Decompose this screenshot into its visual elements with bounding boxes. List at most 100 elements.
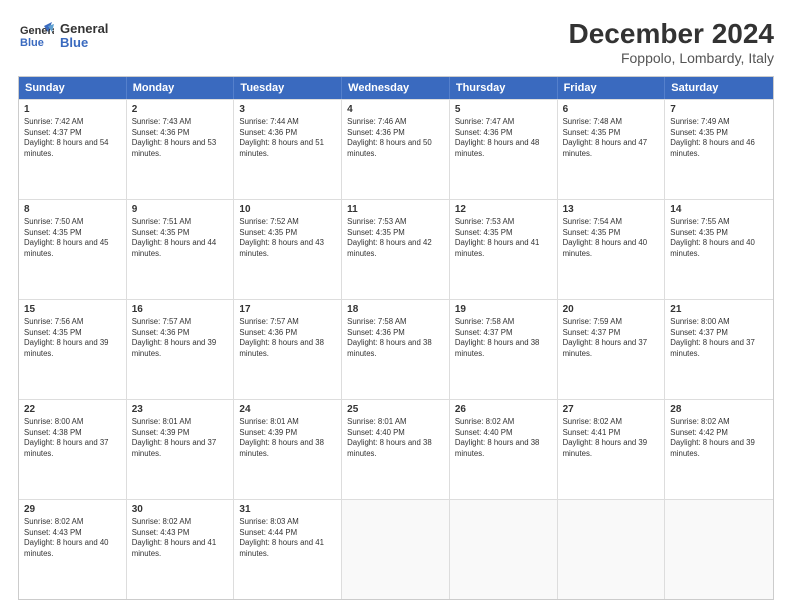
cell-info: Sunrise: 7:50 AM Sunset: 4:35 PM Dayligh… xyxy=(24,217,121,259)
header-tuesday: Tuesday xyxy=(234,77,342,99)
cal-cell-w1-d1: 1 Sunrise: 7:42 AM Sunset: 4:37 PM Dayli… xyxy=(19,100,127,199)
logo: General Blue General Blue xyxy=(18,18,108,54)
cell-info: Sunrise: 8:01 AM Sunset: 4:39 PM Dayligh… xyxy=(132,417,229,459)
header-monday: Monday xyxy=(127,77,235,99)
cal-cell-w5-d2: 30 Sunrise: 8:02 AM Sunset: 4:43 PM Dayl… xyxy=(127,500,235,599)
week-row-2: 8 Sunrise: 7:50 AM Sunset: 4:35 PM Dayli… xyxy=(19,199,773,299)
cal-cell-w1-d4: 4 Sunrise: 7:46 AM Sunset: 4:36 PM Dayli… xyxy=(342,100,450,199)
day-number: 7 xyxy=(670,104,768,115)
cell-info: Sunrise: 7:56 AM Sunset: 4:35 PM Dayligh… xyxy=(24,317,121,359)
cal-cell-w5-d6 xyxy=(558,500,666,599)
week-row-1: 1 Sunrise: 7:42 AM Sunset: 4:37 PM Dayli… xyxy=(19,99,773,199)
cal-cell-w3-d3: 17 Sunrise: 7:57 AM Sunset: 4:36 PM Dayl… xyxy=(234,300,342,399)
cell-info: Sunrise: 8:02 AM Sunset: 4:43 PM Dayligh… xyxy=(132,517,229,559)
cell-info: Sunrise: 7:51 AM Sunset: 4:35 PM Dayligh… xyxy=(132,217,229,259)
day-number: 5 xyxy=(455,104,552,115)
cell-info: Sunrise: 7:54 AM Sunset: 4:35 PM Dayligh… xyxy=(563,217,660,259)
cell-info: Sunrise: 7:49 AM Sunset: 4:35 PM Dayligh… xyxy=(670,117,768,159)
header-wednesday: Wednesday xyxy=(342,77,450,99)
cal-cell-w2-d6: 13 Sunrise: 7:54 AM Sunset: 4:35 PM Dayl… xyxy=(558,200,666,299)
cal-cell-w2-d3: 10 Sunrise: 7:52 AM Sunset: 4:35 PM Dayl… xyxy=(234,200,342,299)
cell-info: Sunrise: 7:58 AM Sunset: 4:37 PM Dayligh… xyxy=(455,317,552,359)
cell-info: Sunrise: 7:43 AM Sunset: 4:36 PM Dayligh… xyxy=(132,117,229,159)
page: General Blue General Blue December 2024 … xyxy=(0,0,792,612)
top-section: General Blue General Blue December 2024 … xyxy=(18,18,774,66)
cal-cell-w4-d7: 28 Sunrise: 8:02 AM Sunset: 4:42 PM Dayl… xyxy=(665,400,773,499)
cal-cell-w5-d1: 29 Sunrise: 8:02 AM Sunset: 4:43 PM Dayl… xyxy=(19,500,127,599)
week-row-3: 15 Sunrise: 7:56 AM Sunset: 4:35 PM Dayl… xyxy=(19,299,773,399)
cell-info: Sunrise: 7:42 AM Sunset: 4:37 PM Dayligh… xyxy=(24,117,121,159)
cal-cell-w1-d3: 3 Sunrise: 7:44 AM Sunset: 4:36 PM Dayli… xyxy=(234,100,342,199)
day-number: 9 xyxy=(132,204,229,215)
cal-cell-w5-d5 xyxy=(450,500,558,599)
header-friday: Friday xyxy=(558,77,666,99)
day-number: 3 xyxy=(239,104,336,115)
cell-info: Sunrise: 7:58 AM Sunset: 4:36 PM Dayligh… xyxy=(347,317,444,359)
cell-info: Sunrise: 8:02 AM Sunset: 4:42 PM Dayligh… xyxy=(670,417,768,459)
day-number: 30 xyxy=(132,504,229,515)
day-number: 14 xyxy=(670,204,768,215)
day-number: 28 xyxy=(670,404,768,415)
logo-blue: Blue xyxy=(60,36,108,50)
cal-cell-w3-d6: 20 Sunrise: 7:59 AM Sunset: 4:37 PM Dayl… xyxy=(558,300,666,399)
cell-info: Sunrise: 8:01 AM Sunset: 4:39 PM Dayligh… xyxy=(239,417,336,459)
day-number: 13 xyxy=(563,204,660,215)
cell-info: Sunrise: 8:02 AM Sunset: 4:40 PM Dayligh… xyxy=(455,417,552,459)
cal-cell-w2-d2: 9 Sunrise: 7:51 AM Sunset: 4:35 PM Dayli… xyxy=(127,200,235,299)
day-number: 10 xyxy=(239,204,336,215)
cell-info: Sunrise: 7:57 AM Sunset: 4:36 PM Dayligh… xyxy=(239,317,336,359)
cell-info: Sunrise: 8:00 AM Sunset: 4:37 PM Dayligh… xyxy=(670,317,768,359)
day-number: 27 xyxy=(563,404,660,415)
cal-cell-w2-d5: 12 Sunrise: 7:53 AM Sunset: 4:35 PM Dayl… xyxy=(450,200,558,299)
day-number: 25 xyxy=(347,404,444,415)
cal-cell-w2-d4: 11 Sunrise: 7:53 AM Sunset: 4:35 PM Dayl… xyxy=(342,200,450,299)
cal-cell-w4-d5: 26 Sunrise: 8:02 AM Sunset: 4:40 PM Dayl… xyxy=(450,400,558,499)
cal-cell-w4-d6: 27 Sunrise: 8:02 AM Sunset: 4:41 PM Dayl… xyxy=(558,400,666,499)
day-number: 12 xyxy=(455,204,552,215)
cell-info: Sunrise: 8:03 AM Sunset: 4:44 PM Dayligh… xyxy=(239,517,336,559)
cal-cell-w4-d3: 24 Sunrise: 8:01 AM Sunset: 4:39 PM Dayl… xyxy=(234,400,342,499)
header-saturday: Saturday xyxy=(665,77,773,99)
day-number: 17 xyxy=(239,304,336,315)
day-number: 15 xyxy=(24,304,121,315)
day-number: 31 xyxy=(239,504,336,515)
day-number: 20 xyxy=(563,304,660,315)
cell-info: Sunrise: 7:44 AM Sunset: 4:36 PM Dayligh… xyxy=(239,117,336,159)
title-block: December 2024 Foppolo, Lombardy, Italy xyxy=(569,18,774,66)
logo-general: General xyxy=(60,22,108,36)
day-number: 18 xyxy=(347,304,444,315)
day-number: 24 xyxy=(239,404,336,415)
cal-cell-w1-d7: 7 Sunrise: 7:49 AM Sunset: 4:35 PM Dayli… xyxy=(665,100,773,199)
cell-info: Sunrise: 7:47 AM Sunset: 4:36 PM Dayligh… xyxy=(455,117,552,159)
cell-info: Sunrise: 8:01 AM Sunset: 4:40 PM Dayligh… xyxy=(347,417,444,459)
cell-info: Sunrise: 7:59 AM Sunset: 4:37 PM Dayligh… xyxy=(563,317,660,359)
calendar-header: Sunday Monday Tuesday Wednesday Thursday… xyxy=(19,77,773,99)
cal-cell-w3-d4: 18 Sunrise: 7:58 AM Sunset: 4:36 PM Dayl… xyxy=(342,300,450,399)
cal-cell-w3-d2: 16 Sunrise: 7:57 AM Sunset: 4:36 PM Dayl… xyxy=(127,300,235,399)
day-number: 11 xyxy=(347,204,444,215)
cell-info: Sunrise: 8:02 AM Sunset: 4:41 PM Dayligh… xyxy=(563,417,660,459)
cal-cell-w4-d1: 22 Sunrise: 8:00 AM Sunset: 4:38 PM Dayl… xyxy=(19,400,127,499)
header-sunday: Sunday xyxy=(19,77,127,99)
svg-text:Blue: Blue xyxy=(20,37,44,49)
day-number: 1 xyxy=(24,104,121,115)
cell-info: Sunrise: 7:57 AM Sunset: 4:36 PM Dayligh… xyxy=(132,317,229,359)
day-number: 2 xyxy=(132,104,229,115)
cell-info: Sunrise: 8:02 AM Sunset: 4:43 PM Dayligh… xyxy=(24,517,121,559)
day-number: 16 xyxy=(132,304,229,315)
day-number: 29 xyxy=(24,504,121,515)
day-number: 8 xyxy=(24,204,121,215)
cal-cell-w4-d4: 25 Sunrise: 8:01 AM Sunset: 4:40 PM Dayl… xyxy=(342,400,450,499)
day-number: 6 xyxy=(563,104,660,115)
cell-info: Sunrise: 7:53 AM Sunset: 4:35 PM Dayligh… xyxy=(347,217,444,259)
logo-icon: General Blue xyxy=(18,18,54,54)
cal-cell-w1-d6: 6 Sunrise: 7:48 AM Sunset: 4:35 PM Dayli… xyxy=(558,100,666,199)
cal-cell-w3-d5: 19 Sunrise: 7:58 AM Sunset: 4:37 PM Dayl… xyxy=(450,300,558,399)
cell-info: Sunrise: 7:53 AM Sunset: 4:35 PM Dayligh… xyxy=(455,217,552,259)
day-number: 21 xyxy=(670,304,768,315)
cal-cell-w5-d3: 31 Sunrise: 8:03 AM Sunset: 4:44 PM Dayl… xyxy=(234,500,342,599)
cell-info: Sunrise: 7:46 AM Sunset: 4:36 PM Dayligh… xyxy=(347,117,444,159)
cal-cell-w2-d1: 8 Sunrise: 7:50 AM Sunset: 4:35 PM Dayli… xyxy=(19,200,127,299)
day-number: 26 xyxy=(455,404,552,415)
cal-cell-w5-d4 xyxy=(342,500,450,599)
